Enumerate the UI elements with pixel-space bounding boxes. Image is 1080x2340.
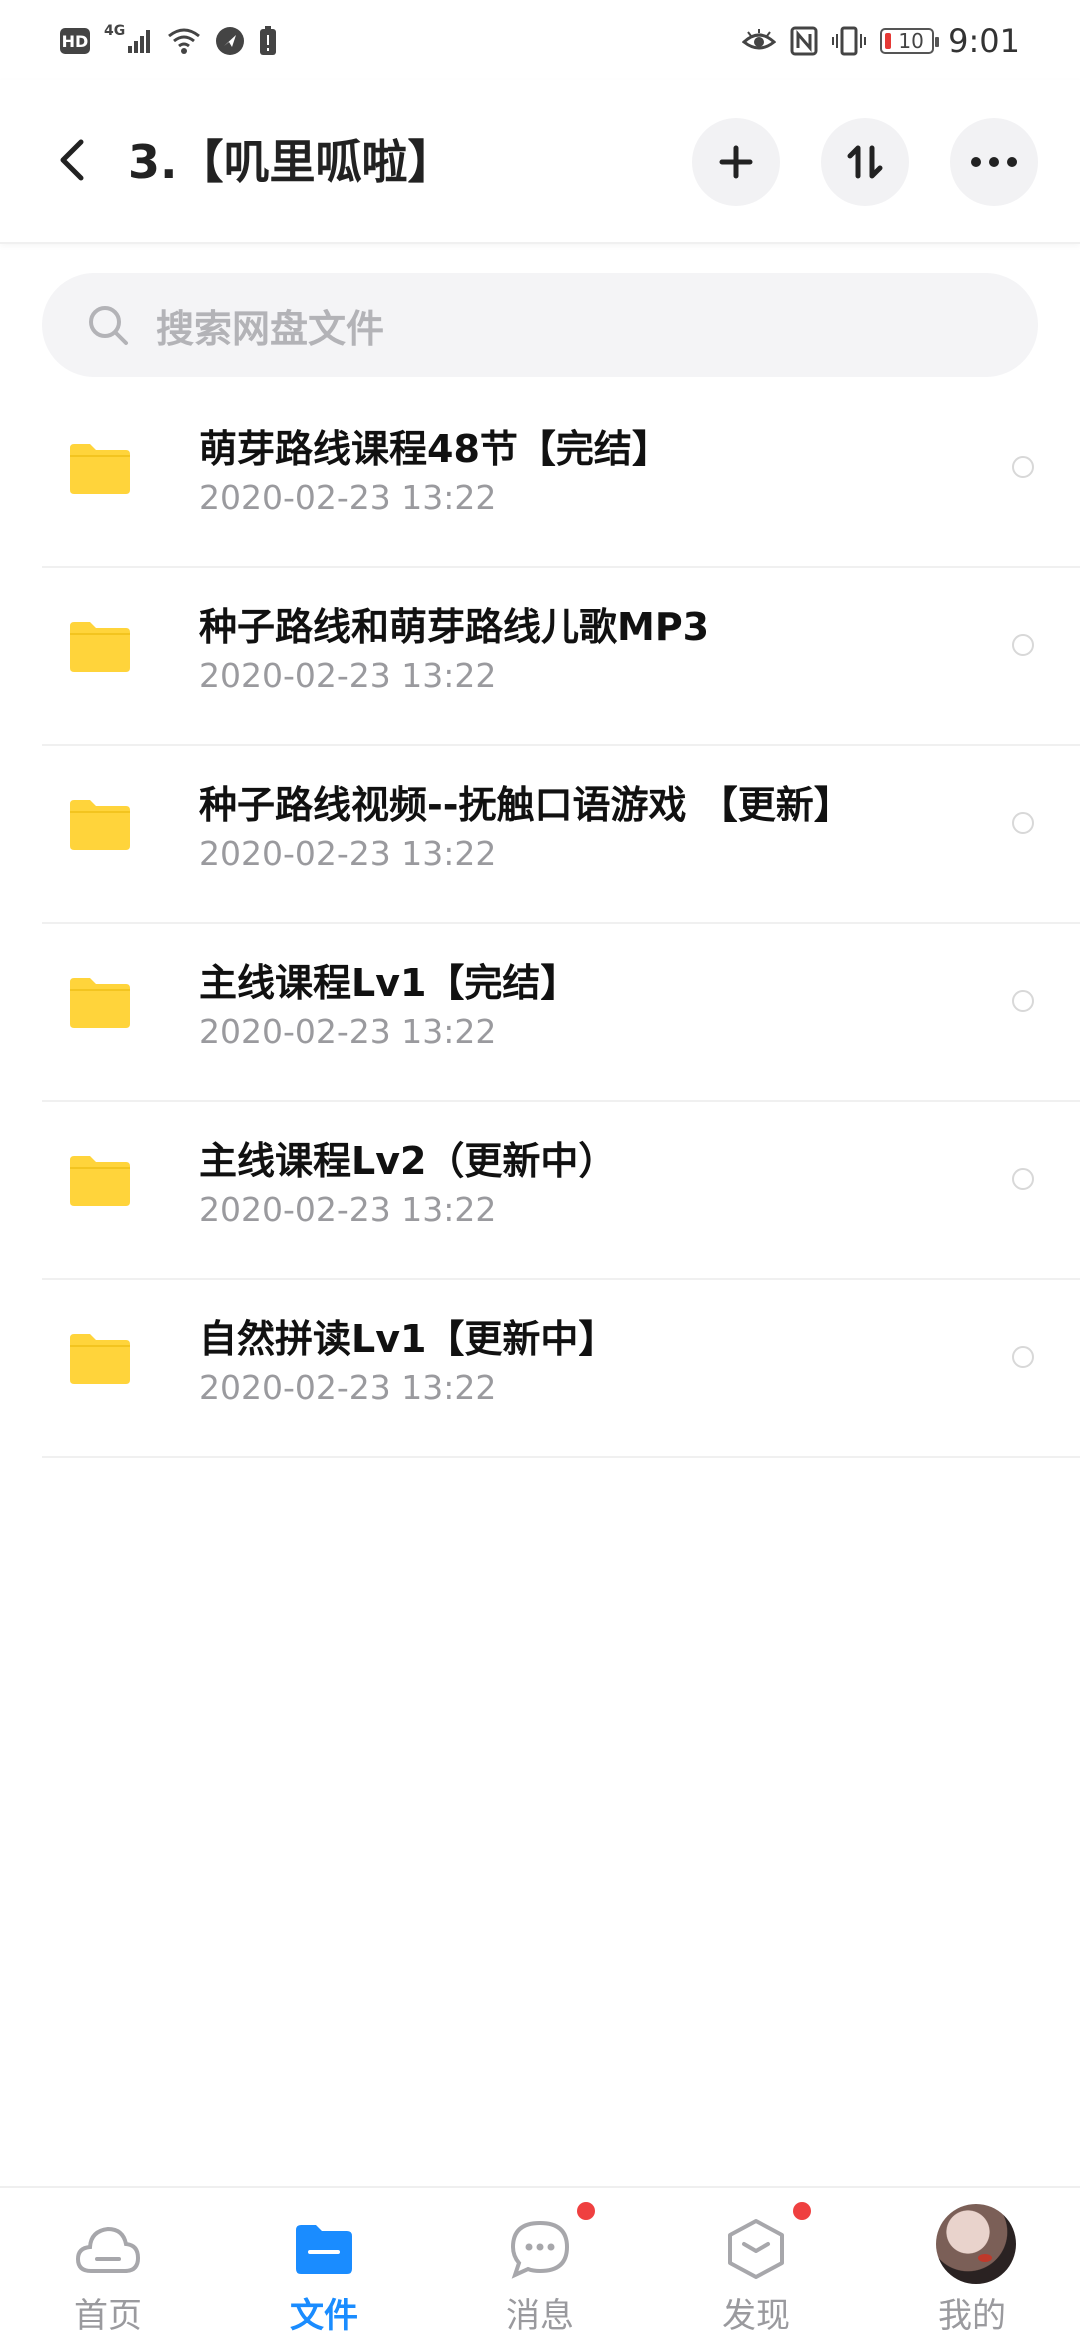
battery-level-fill	[885, 33, 892, 49]
file-date: 2020-02-23 13:22	[199, 834, 497, 873]
header: 3.【叽里呱啦】	[0, 80, 1080, 244]
nav-home[interactable]: 首页	[0, 2188, 216, 2340]
network-type: 4G	[104, 23, 126, 39]
vibrate-icon	[832, 26, 867, 56]
select-checkbox[interactable]	[1012, 634, 1034, 656]
cloud-icon	[75, 2216, 141, 2282]
select-checkbox[interactable]	[1012, 1168, 1034, 1190]
status-right: 10 9:01	[742, 18, 1020, 64]
search-input[interactable]: 搜索网盘文件	[42, 273, 1038, 377]
list-item[interactable]: 种子路线和萌芽路线儿歌MP3 2020-02-23 13:22	[42, 568, 1080, 746]
hd-badge: HD	[60, 28, 90, 54]
list-item[interactable]: 萌芽路线课程48节【完结】 2020-02-23 13:22	[42, 390, 1080, 568]
file-date: 2020-02-23 13:22	[199, 656, 497, 695]
nav-discover[interactable]: 发现	[648, 2188, 864, 2340]
folder-filled-icon	[291, 2216, 357, 2282]
add-button[interactable]	[692, 118, 780, 206]
file-date: 2020-02-23 13:22	[199, 1368, 497, 1407]
back-button[interactable]	[48, 132, 96, 188]
file-name: 萌芽路线课程48节【完结】	[199, 427, 670, 471]
nav-mine[interactable]: 我的	[864, 2188, 1080, 2340]
eye-comfort-icon	[742, 29, 777, 50]
search-icon	[84, 301, 132, 349]
nav-mine-label: 我的	[938, 2296, 1006, 2336]
list-item[interactable]: 主线课程Lv1【完结】 2020-02-23 13:22	[42, 924, 1080, 1102]
file-date: 2020-02-23 13:22	[199, 1190, 497, 1229]
folder-icon	[70, 1156, 130, 1206]
nav-files[interactable]: 文件	[216, 2188, 432, 2340]
status-left: HD 4G	[60, 18, 277, 64]
avatar	[936, 2204, 1016, 2284]
location-app-icon	[216, 27, 245, 55]
discover-badge-dot	[793, 2202, 811, 2220]
messages-badge-dot	[577, 2202, 595, 2220]
clock: 9:01	[948, 22, 1020, 60]
battery-saver-icon	[260, 26, 277, 55]
plus-icon	[719, 145, 753, 179]
folder-icon	[70, 800, 130, 850]
page-title: 3.【叽里呱啦】	[128, 135, 454, 189]
file-name: 种子路线视频--抚触口语游戏 【更新】	[199, 783, 852, 827]
chevron-left-icon	[60, 139, 84, 181]
list-item[interactable]: 主线课程Lv2（更新中） 2020-02-23 13:22	[42, 1102, 1080, 1280]
more-button[interactable]	[950, 118, 1038, 206]
nav-home-label: 首页	[74, 2296, 142, 2336]
folder-icon	[70, 622, 130, 672]
folder-icon	[70, 978, 130, 1028]
nav-messages-label: 消息	[506, 2296, 574, 2336]
file-date: 2020-02-23 13:22	[199, 1012, 497, 1051]
signal-icon	[128, 30, 151, 53]
wifi-icon	[168, 28, 201, 54]
file-list: 萌芽路线课程48节【完结】 2020-02-23 13:22 种子路线和萌芽路线…	[0, 390, 1080, 1458]
nav-discover-label: 发现	[722, 2296, 790, 2336]
nav-files-label: 文件	[290, 2296, 358, 2336]
discover-icon	[723, 2216, 789, 2282]
file-name: 种子路线和萌芽路线儿歌MP3	[199, 605, 710, 649]
select-checkbox[interactable]	[1012, 812, 1034, 834]
sort-icon	[847, 145, 883, 179]
nfc-icon	[790, 26, 818, 56]
select-checkbox[interactable]	[1012, 1346, 1034, 1368]
search-placeholder: 搜索网盘文件	[156, 306, 385, 351]
nav-messages[interactable]: 消息	[432, 2188, 648, 2340]
battery-level: 10	[898, 29, 924, 53]
file-name: 自然拼读Lv1【更新中】	[199, 1317, 617, 1361]
chat-icon	[507, 2216, 573, 2282]
status-bar: HD 4G 10 9:01	[0, 0, 1080, 80]
select-checkbox[interactable]	[1012, 990, 1034, 1012]
sort-button[interactable]	[821, 118, 909, 206]
select-checkbox[interactable]	[1012, 456, 1034, 478]
list-item[interactable]: 种子路线视频--抚触口语游戏 【更新】 2020-02-23 13:22	[42, 746, 1080, 924]
battery-indicator: 10	[880, 28, 940, 54]
app-screen: HD 4G 10 9:01 3.【叽里呱啦】 搜索网盘文件 萌芽路线课程48节【…	[0, 0, 1080, 2340]
bottom-nav: 首页 文件 消息 发现 我的	[0, 2186, 1080, 2340]
list-item[interactable]: 自然拼读Lv1【更新中】 2020-02-23 13:22	[42, 1280, 1080, 1458]
file-date: 2020-02-23 13:22	[199, 478, 497, 517]
folder-icon	[70, 1334, 130, 1384]
more-icon	[971, 157, 1017, 167]
folder-icon	[70, 444, 130, 494]
file-name: 主线课程Lv2（更新中）	[199, 1139, 617, 1183]
file-name: 主线课程Lv1【完结】	[199, 961, 579, 1005]
